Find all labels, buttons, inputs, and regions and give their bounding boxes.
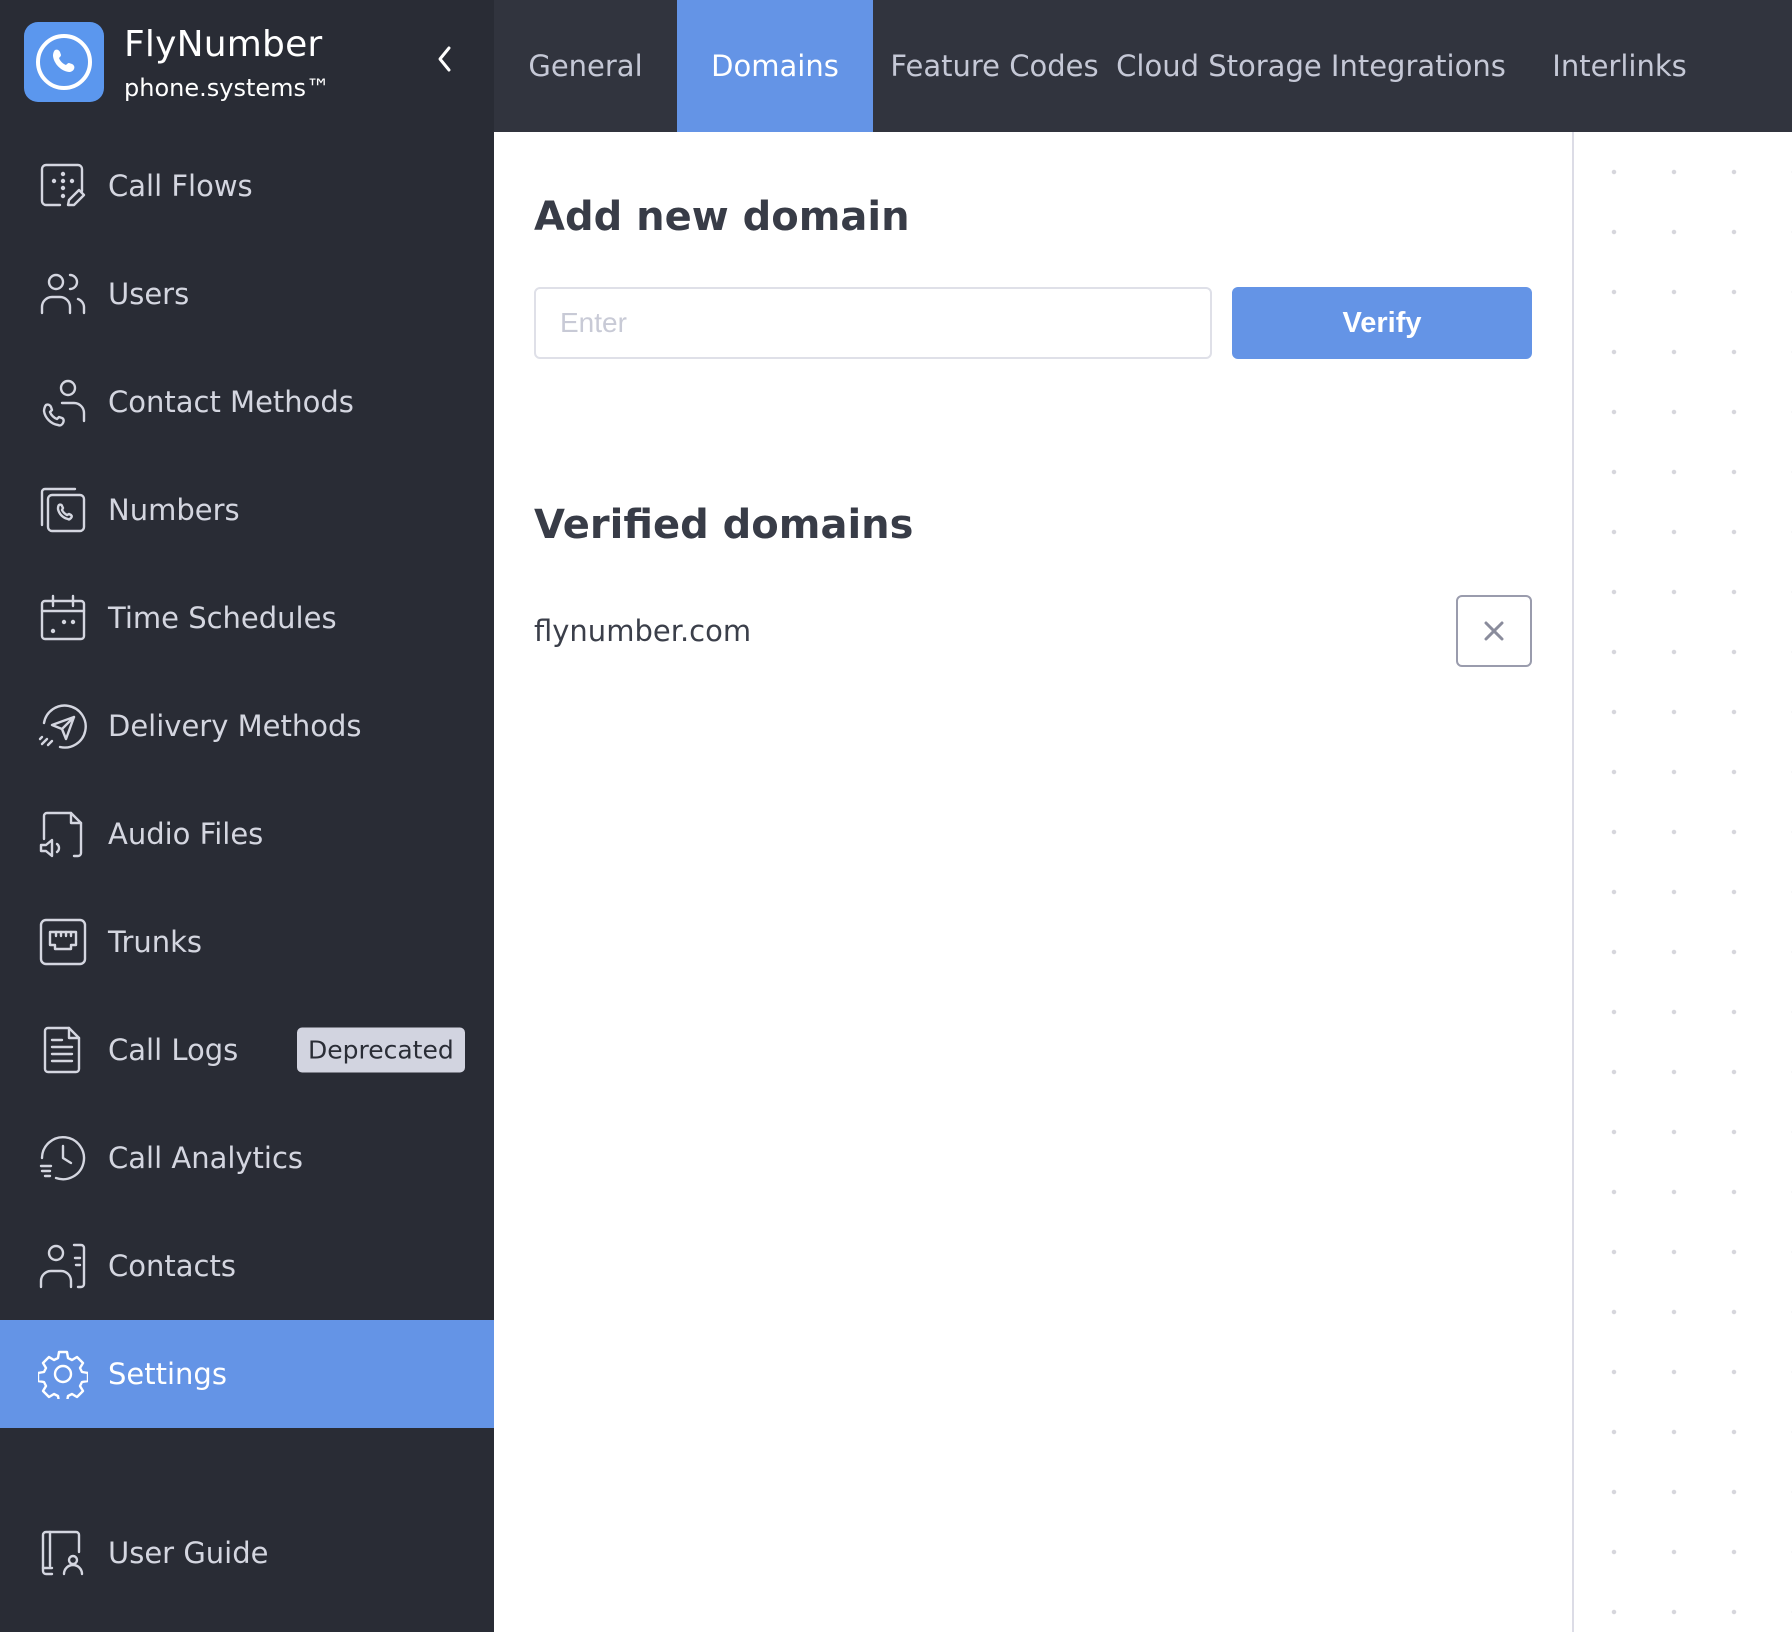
sidebar-item-numbers[interactable]: Numbers	[0, 456, 494, 564]
sidebar-nav: Call Flows Users Contact Methods Numbers…	[0, 132, 494, 1428]
sidebar-item-label: Audio Files	[108, 817, 264, 851]
call-flows-icon	[38, 161, 88, 211]
sidebar-item-contacts[interactable]: Contacts	[0, 1212, 494, 1320]
brand-name: FlyNumber	[124, 24, 323, 65]
sidebar-item-label: Users	[108, 277, 190, 311]
sidebar-item-label: Trunks	[108, 925, 203, 959]
remove-domain-button[interactable]	[1456, 595, 1532, 667]
ethernet-port-icon	[38, 917, 88, 967]
sidebar-item-time-schedules[interactable]: Time Schedules	[0, 564, 494, 672]
phone-circle-icon[interactable]	[24, 22, 104, 102]
sidebar-item-call-logs[interactable]: Call Logs Deprecated	[0, 996, 494, 1104]
sidebar-item-label: Time Schedules	[108, 601, 337, 635]
sidebar-item-settings[interactable]: Settings	[0, 1320, 494, 1428]
domain-list-item: flynumber.com	[534, 595, 1532, 667]
verified-domains-title: Verified domains	[534, 502, 914, 548]
tab-interlinks[interactable]: Interlinks	[1506, 0, 1733, 132]
sidebar: FlyNumber phone.systems™ Call Flows User…	[0, 0, 494, 1632]
deprecated-badge: Deprecated	[297, 1027, 465, 1073]
document-icon	[38, 1025, 88, 1075]
contact-methods-icon	[38, 377, 88, 427]
sidebar-item-call-analytics[interactable]: Call Analytics	[0, 1104, 494, 1212]
sidebar-item-label: Numbers	[108, 493, 240, 527]
gear-icon	[38, 1349, 88, 1399]
calendar-icon	[38, 593, 88, 643]
tab-feature-codes[interactable]: Feature Codes	[873, 0, 1116, 132]
sidebar-item-label: Call Analytics	[108, 1141, 304, 1175]
user-guide-icon	[38, 1528, 88, 1578]
domain-name: flynumber.com	[534, 614, 752, 648]
verify-button[interactable]: Verify	[1232, 287, 1532, 359]
sidebar-bottom: User Guide	[0, 1499, 494, 1607]
sidebar-item-audio-files[interactable]: Audio Files	[0, 780, 494, 888]
brand: FlyNumber phone.systems™	[0, 0, 494, 132]
tab-domains[interactable]: Domains	[677, 0, 873, 132]
sidebar-item-users[interactable]: Users	[0, 240, 494, 348]
add-domain-title: Add new domain	[534, 194, 910, 240]
domain-input[interactable]	[534, 287, 1212, 359]
send-icon	[38, 701, 88, 751]
dot-grid-background	[1574, 132, 1792, 1632]
users-icon	[38, 269, 88, 319]
settings-tabs: General Domains Feature Codes Cloud Stor…	[494, 0, 1792, 132]
contacts-icon	[38, 1241, 88, 1291]
history-clock-icon	[38, 1133, 88, 1183]
sidebar-item-label: Delivery Methods	[108, 709, 362, 743]
chevron-left-icon	[438, 46, 451, 72]
sidebar-item-delivery-methods[interactable]: Delivery Methods	[0, 672, 494, 780]
close-icon	[1484, 621, 1504, 641]
tab-cloud-storage-integrations[interactable]: Cloud Storage Integrations	[1116, 0, 1506, 132]
sidebar-item-user-guide[interactable]: User Guide	[0, 1499, 494, 1607]
brand-subtitle: phone.systems™	[124, 74, 331, 102]
audio-file-icon	[38, 809, 88, 859]
sidebar-item-label: Call Flows	[108, 169, 253, 203]
collapse-sidebar-button[interactable]	[430, 42, 460, 76]
sidebar-item-call-flows[interactable]: Call Flows	[0, 132, 494, 240]
sidebar-item-contact-methods[interactable]: Contact Methods	[0, 348, 494, 456]
domains-panel: Add new domain Verify Verified domains f…	[494, 132, 1573, 1632]
sidebar-item-label: Contacts	[108, 1249, 236, 1283]
tab-general[interactable]: General	[494, 0, 677, 132]
sidebar-item-label: Call Logs	[108, 1033, 239, 1067]
sidebar-item-label: User Guide	[108, 1536, 269, 1570]
sidebar-item-label: Contact Methods	[108, 385, 354, 419]
numbers-icon	[38, 485, 88, 535]
sidebar-item-trunks[interactable]: Trunks	[0, 888, 494, 996]
sidebar-item-label: Settings	[108, 1357, 227, 1391]
